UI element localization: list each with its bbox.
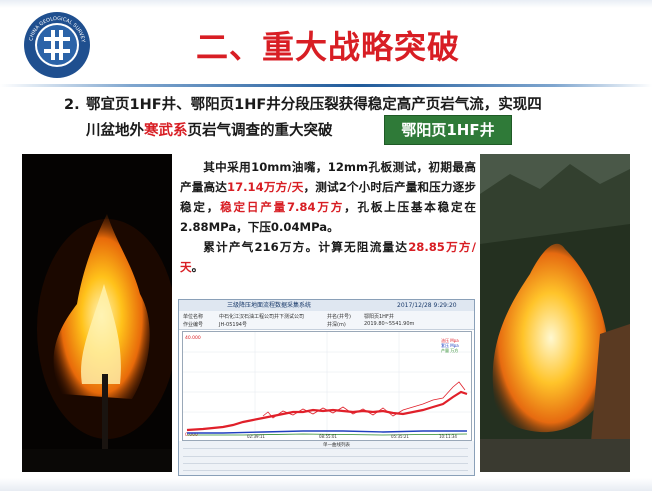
data-acquisition-screenshot: 三级降压地面流程数据采集系统 2017/12/28 9:29:20 单位名称 中… xyxy=(178,299,475,476)
top-stripe xyxy=(0,0,652,8)
point-line-1: 鄂宜页1HF井、鄂阳页1HF井分段压裂获得稳定高产页岩气流，实现四 xyxy=(86,97,542,113)
china-geological-survey-logo: CHINA GEOLOGICAL SURVEY xyxy=(24,12,90,78)
svg-text:40.000: 40.000 xyxy=(185,335,201,341)
svg-text:08:55:01: 08:55:01 xyxy=(319,434,337,439)
svg-text:10:11:34: 10:11:34 xyxy=(439,434,457,439)
screen-title: 三级降压地面流程数据采集系统 xyxy=(227,302,312,309)
svg-text:产量 万方: 产量 万方 xyxy=(441,347,458,353)
screen-datetime: 2017/12/28 9:29:20 xyxy=(397,302,457,309)
flare-photo-left xyxy=(22,154,172,472)
stable-daily-rate: 稳定日产量7.84万方 xyxy=(220,200,345,214)
data-table-panel: 单一曲线列表 xyxy=(179,441,474,475)
toolbar-label: 单一曲线列表 xyxy=(323,443,350,448)
well-name-badge: 鄂阳页1HF井 xyxy=(384,115,512,145)
paragraph-production: 其中采用10mm油嘴，12mm孔板测试，初期最高产量高达17.14万方/天，测试… xyxy=(180,160,476,234)
table-row xyxy=(183,450,468,457)
point-line-2-post: 页岩气调查的重大突破 xyxy=(187,123,333,139)
screen-title-bar: 三级降压地面流程数据采集系统 2017/12/28 9:29:20 xyxy=(179,300,474,311)
point-number: 2. xyxy=(64,97,80,113)
point-line-2-pre: 川盆地外 xyxy=(86,123,144,139)
flare-photo-right xyxy=(480,154,630,472)
footer-band xyxy=(0,478,652,491)
slide-title: 二、重大战略突破 xyxy=(196,28,461,66)
svg-text:02:39:11: 02:39:11 xyxy=(247,434,265,439)
svg-text:05:35:21: 05:35:21 xyxy=(391,434,409,439)
test-result-description: 其中采用10mm油嘴，12mm孔板测试，初期最高产量高达17.14万方/天，测试… xyxy=(180,157,476,277)
initial-peak-rate: 17.14万方/天 xyxy=(227,180,304,194)
key-point: 2. 鄂宜页1HF井、鄂阳页1HF井分段压裂获得稳定高产页岩气流，实现四 川盆地外… xyxy=(64,92,624,144)
table-row xyxy=(183,457,468,464)
slide: CHINA GEOLOGICAL SURVEY 二、重大战略突破 2. 鄂宜页1H… xyxy=(0,0,652,491)
point-line-2-highlight: 寒武系 xyxy=(144,123,188,139)
paragraph-cumulative: 累计产气216万方。计算无阻流量达28.85万方/天。 xyxy=(180,240,476,274)
pressure-rate-plot: 40.000 0.000 油压 Mpa 套压 Mpa 产量 万方 02:39:1… xyxy=(182,331,472,441)
table-row xyxy=(183,464,468,471)
title-divider xyxy=(0,84,652,87)
well-info-panel: 单位名称 中石化江汉石油工程公司井下测试公司 井名(井号) 鄂阳页1HF井 作业… xyxy=(179,311,474,330)
